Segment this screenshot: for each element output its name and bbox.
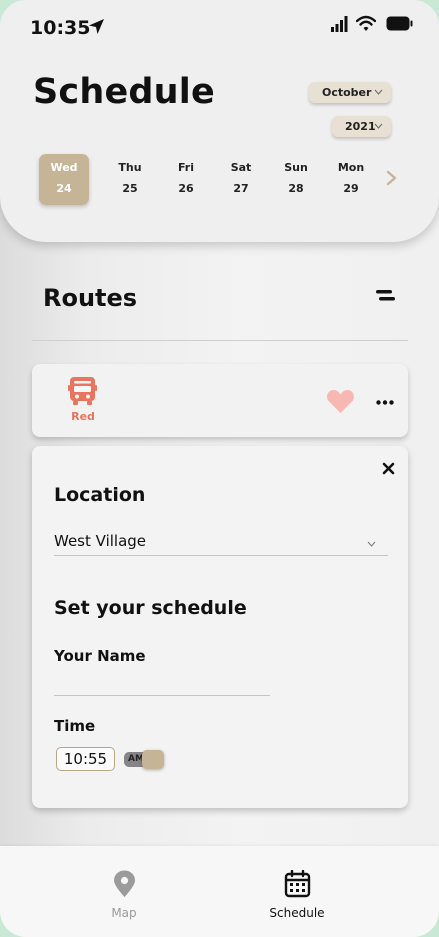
status-bar: 10:35 [0, 0, 439, 50]
day-name: Sat [230, 161, 252, 174]
toggle-knob[interactable] [142, 750, 164, 769]
day-fri-26[interactable]: Fri 26 [161, 154, 211, 204]
month-select[interactable]: October [309, 82, 391, 103]
calendar-icon [284, 870, 311, 898]
more-options-icon[interactable] [376, 400, 394, 405]
time-label: Time [54, 717, 96, 735]
routes-title: Routes [43, 284, 138, 312]
name-label: Your Name [54, 647, 146, 665]
day-mon-29[interactable]: Mon 29 [326, 154, 376, 204]
divider [32, 340, 408, 341]
day-sat-27[interactable]: Sat 27 [216, 154, 266, 204]
location-label: Location [54, 484, 146, 506]
day-number: 24 [56, 182, 72, 195]
location-arrow-icon [89, 19, 104, 34]
schedule-heading: Set your schedule [54, 597, 247, 619]
day-thu-25[interactable]: Thu 25 [105, 154, 155, 204]
map-pin-icon [114, 870, 135, 897]
day-name: Fri [177, 161, 194, 174]
nav-schedule-label: Schedule [269, 906, 325, 920]
day-number: 25 [122, 182, 138, 195]
bus-icon [68, 377, 97, 405]
bottom-nav: Map Schedule [0, 846, 439, 937]
day-number: 27 [233, 182, 249, 195]
chevron-down-icon [367, 541, 376, 547]
chevron-right-icon[interactable] [385, 170, 399, 186]
day-wed-24[interactable]: Wed 24 [39, 154, 89, 205]
page-title: Schedule [33, 72, 215, 112]
am-pm-toggle[interactable]: AM [124, 750, 164, 769]
chevron-down-icon [374, 89, 383, 95]
battery-icon [386, 16, 413, 31]
day-sun-28[interactable]: Sun 28 [271, 154, 321, 204]
schedule-header: 10:35 Schedule October 2021 Wed 24 Thu 2… [0, 0, 439, 242]
status-time: 10:35 [30, 17, 91, 39]
schedule-form-card: Location West Village Set your schedule … [32, 446, 408, 808]
filter-menu-icon[interactable] [376, 290, 395, 302]
nav-schedule[interactable]: Schedule [237, 846, 357, 937]
location-select[interactable]: West Village [54, 532, 388, 556]
day-number: 29 [343, 182, 359, 195]
day-number: 28 [288, 182, 304, 195]
phone-screen: 10:35 Schedule October 2021 Wed 24 Thu 2… [0, 0, 439, 937]
day-name: Wed [50, 161, 78, 174]
route-name: Red [71, 410, 95, 423]
day-name: Thu [118, 161, 142, 174]
day-number: 26 [178, 182, 194, 195]
route-card[interactable]: Red [32, 364, 408, 437]
chevron-down-icon [374, 123, 383, 129]
nav-map[interactable]: Map [64, 846, 184, 937]
day-name: Sun [284, 161, 308, 174]
signal-icon [331, 16, 348, 32]
year-select[interactable]: 2021 [332, 116, 391, 137]
month-value: October [322, 86, 372, 99]
close-icon[interactable] [382, 462, 395, 475]
nav-map-label: Map [111, 906, 137, 920]
heart-icon[interactable] [326, 389, 355, 414]
wifi-icon [356, 15, 376, 31]
location-value: West Village [54, 532, 147, 550]
year-value: 2021 [345, 120, 376, 133]
time-input[interactable]: 10:55 [56, 747, 115, 771]
day-name: Mon [337, 161, 365, 174]
name-input[interactable] [54, 672, 270, 696]
